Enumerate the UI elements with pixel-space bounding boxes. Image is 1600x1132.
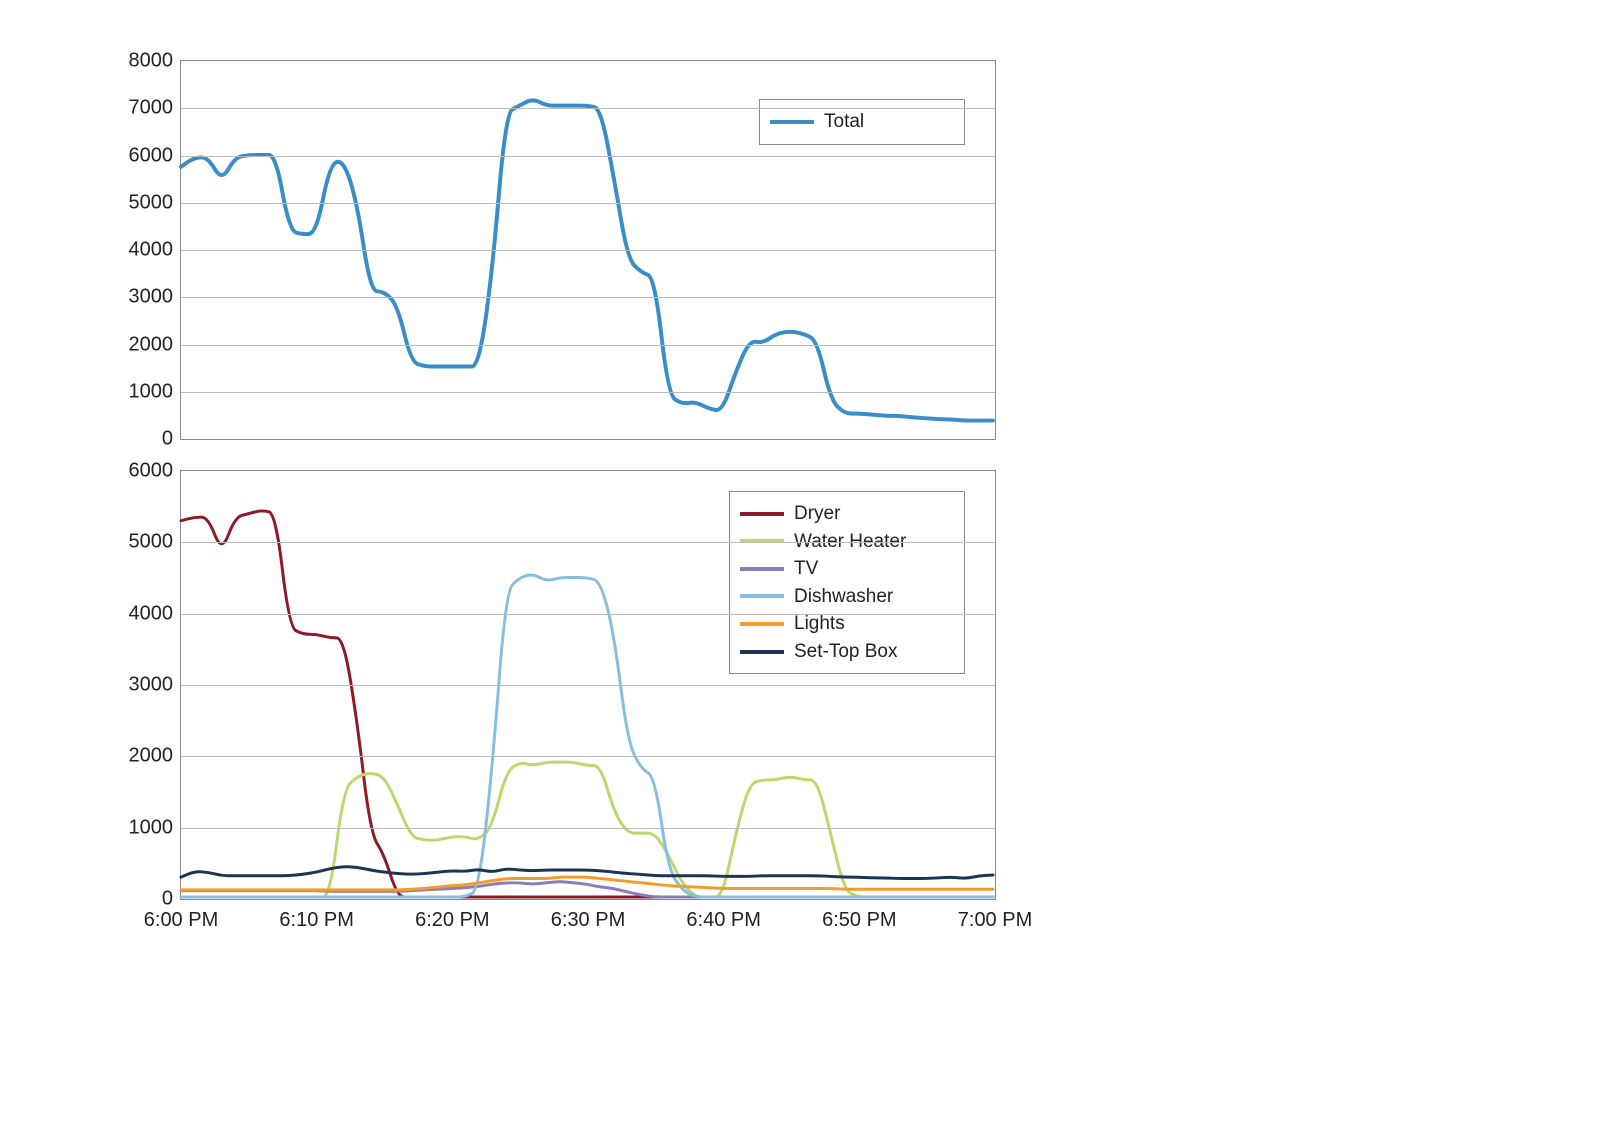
series-total xyxy=(181,100,993,420)
y-tick-label: 7000 xyxy=(129,97,182,120)
x-tick-label: 6:10 PM xyxy=(279,899,353,932)
series-lights xyxy=(181,877,993,890)
bottom-chart-legend: DryerWater HeaterTVDishwasherLightsSet-T… xyxy=(729,491,965,674)
gridline xyxy=(181,392,995,393)
legend-row-dryer: Dryer xyxy=(740,500,950,528)
legend-label: Lights xyxy=(794,610,845,638)
x-tick-label: 6:00 PM xyxy=(144,899,218,932)
legend-swatch xyxy=(740,539,784,543)
bottom-chart-plot-area: DryerWater HeaterTVDishwasherLightsSet-T… xyxy=(180,470,996,900)
legend-label: Total xyxy=(824,108,864,136)
y-tick-label: 6000 xyxy=(129,460,182,483)
legend-label: Set-Top Box xyxy=(794,638,898,666)
legend-row-lights: Lights xyxy=(740,610,950,638)
y-tick-label: 4000 xyxy=(129,602,182,625)
gridline xyxy=(181,828,995,829)
gridline xyxy=(181,297,995,298)
top-chart: Total 010002000300040005000600070008000 xyxy=(120,60,1480,440)
y-tick-label: 8000 xyxy=(129,50,182,73)
legend-swatch xyxy=(740,622,784,626)
series-tv xyxy=(181,882,993,897)
legend-row-dishwasher: Dishwasher xyxy=(740,583,950,611)
legend-label: Water Heater xyxy=(794,528,906,556)
legend-row-water-heater: Water Heater xyxy=(740,528,950,556)
y-tick-label: 2000 xyxy=(129,333,182,356)
legend-label: Dryer xyxy=(794,500,840,528)
series-water-heater xyxy=(181,762,993,897)
x-tick-label: 6:50 PM xyxy=(822,899,896,932)
y-tick-label: 3000 xyxy=(129,286,182,309)
y-tick-label: 0 xyxy=(162,428,181,451)
bottom-chart: DryerWater HeaterTVDishwasherLightsSet-T… xyxy=(120,470,1480,900)
x-tick-label: 6:20 PM xyxy=(415,899,489,932)
legend-row-total: Total xyxy=(770,108,950,136)
chart-page: Total 010002000300040005000600070008000 … xyxy=(0,0,1600,1132)
gridline xyxy=(181,756,995,757)
legend-swatch xyxy=(740,650,784,654)
legend-row-tv: TV xyxy=(740,555,950,583)
gridline xyxy=(181,156,995,157)
y-tick-label: 1000 xyxy=(129,380,182,403)
y-tick-label: 1000 xyxy=(129,816,182,839)
legend-row-set-top-box: Set-Top Box xyxy=(740,638,950,666)
legend-label: Dishwasher xyxy=(794,583,893,611)
legend-swatch xyxy=(740,512,784,516)
y-tick-label: 3000 xyxy=(129,674,182,697)
legend-swatch xyxy=(740,594,784,598)
legend-label: TV xyxy=(794,555,818,583)
legend-swatch xyxy=(770,120,814,124)
x-tick-label: 7:00 PM xyxy=(958,899,1032,932)
gridline xyxy=(181,685,995,686)
top-chart-plot-area: Total 010002000300040005000600070008000 xyxy=(180,60,996,440)
y-tick-label: 6000 xyxy=(129,144,182,167)
gridline xyxy=(181,345,995,346)
x-tick-label: 6:40 PM xyxy=(686,899,760,932)
y-tick-label: 2000 xyxy=(129,745,182,768)
gridline xyxy=(181,203,995,204)
y-tick-label: 5000 xyxy=(129,531,182,554)
series-set-top-box xyxy=(181,867,993,879)
y-tick-label: 4000 xyxy=(129,239,182,262)
gridline xyxy=(181,250,995,251)
legend-swatch xyxy=(740,567,784,571)
y-tick-label: 5000 xyxy=(129,191,182,214)
top-chart-legend: Total xyxy=(759,99,965,145)
x-tick-label: 6:30 PM xyxy=(551,899,625,932)
